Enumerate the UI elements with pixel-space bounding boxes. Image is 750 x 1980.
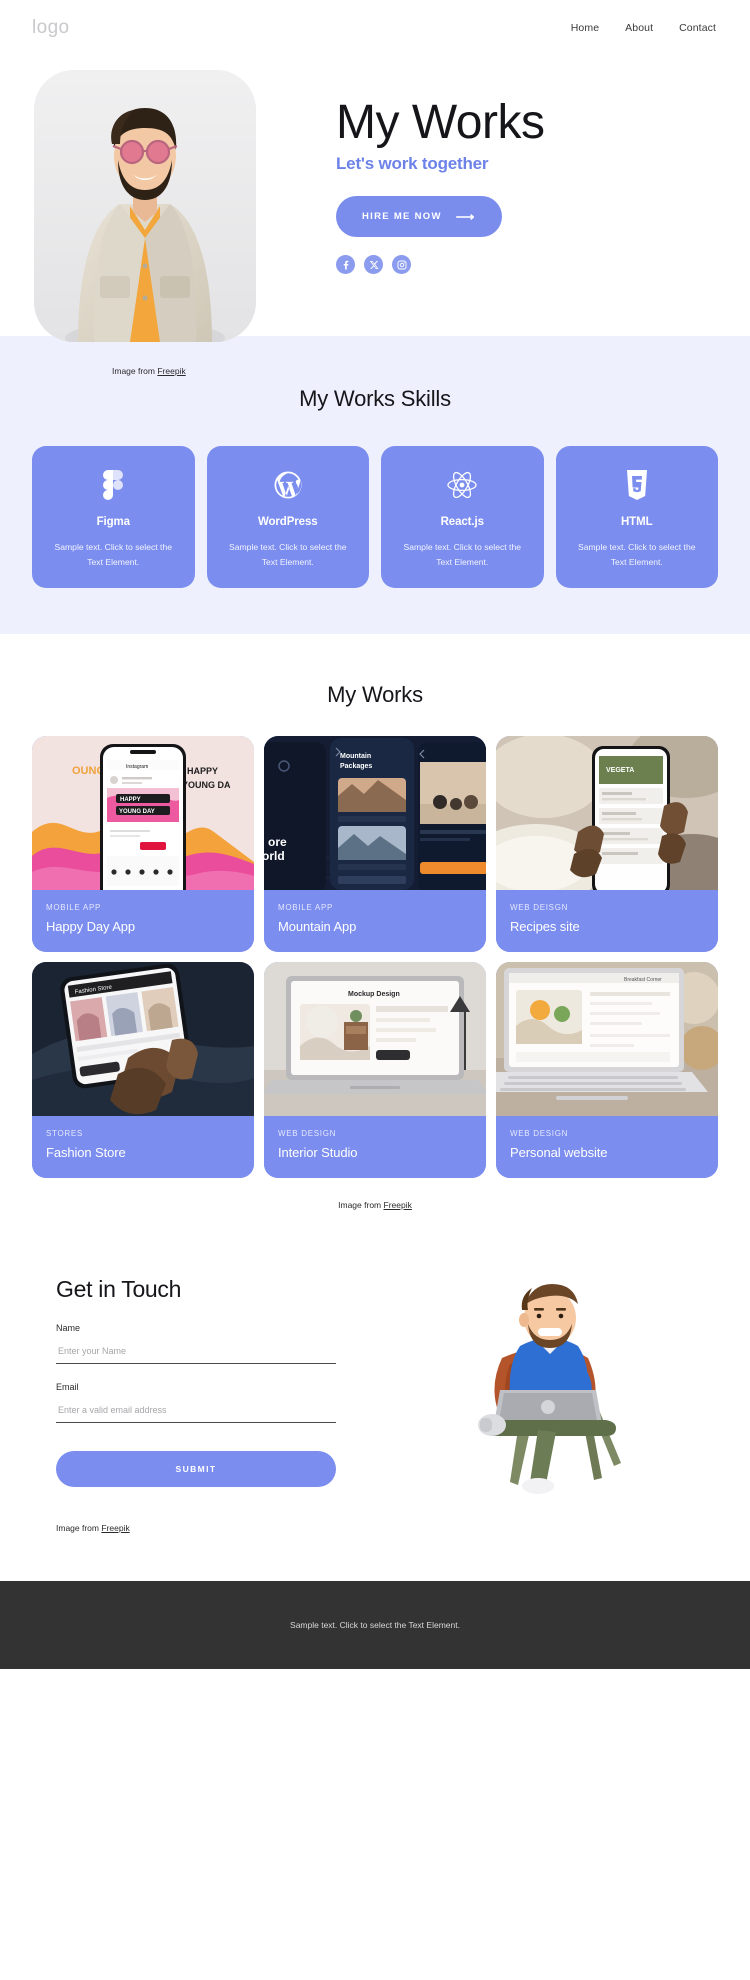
email-label: Email (56, 1382, 79, 1393)
skill-text: Sample text. Click to select the Text El… (403, 542, 522, 568)
skill-card-figma[interactable]: Figma Sample text. Click to select the T… (32, 446, 195, 589)
logo[interactable]: logo (32, 17, 70, 39)
arrow-right-icon: ⟶ (455, 209, 476, 225)
site-footer: Sample text. Click to select the Text El… (0, 1581, 750, 1670)
hero-credit-prefix: Image from (112, 366, 158, 376)
work-card[interactable]: Fashion Store STORES Fashion Store (32, 962, 254, 1179)
skill-text: Sample text. Click to select the Text El… (229, 542, 347, 568)
works-grid: OUNG DA HAPPY YOUNG DA Instagram HAPPY Y… (32, 736, 718, 1179)
name-field-group: Name (56, 1323, 336, 1365)
skill-name: WordPress (257, 516, 318, 528)
react-icon (395, 468, 530, 502)
work-thumbnail-interior-studio: Mockup Design (264, 962, 486, 1117)
works-credit-link[interactable]: Freepik (384, 1200, 412, 1210)
work-thumbnail-recipes-site: VEGETA (496, 736, 718, 891)
work-category: MOBILE APP (46, 903, 102, 913)
footer-text: Sample text. Click to select the Text El… (290, 1620, 460, 1631)
skill-text: Sample text. Click to select the Text El… (54, 542, 173, 568)
skill-card-reactjs[interactable]: React.js Sample text. Click to select th… (381, 446, 544, 589)
contact-illustration-column (356, 1276, 718, 1495)
work-thumbnail-mountain-app: ore orld Mountain Packages (264, 736, 486, 891)
svg-text:HAPPY: HAPPY (187, 766, 218, 776)
main-nav: Home About Contact (571, 22, 716, 34)
html5-icon (570, 468, 705, 502)
email-input[interactable] (56, 1401, 336, 1424)
svg-text:Breakfast Corner: Breakfast Corner (624, 977, 662, 983)
hero-credit-link[interactable]: Freepik (157, 366, 185, 376)
work-card[interactable]: VEGETA WEB DEISGN Recipes site (496, 736, 718, 953)
hero-subtitle: Let's work together (336, 154, 489, 174)
contact-section: Get in Touch Name Email SUBMIT Image fro… (0, 1210, 750, 1582)
skill-name: React.js (440, 516, 484, 528)
name-input[interactable] (56, 1342, 336, 1365)
works-title: My Works (327, 682, 423, 708)
x-twitter-icon[interactable] (364, 255, 383, 275)
work-card[interactable]: Breakfast Corner WEB DESIGN Personal web… (496, 962, 718, 1179)
wordpress-icon (221, 468, 356, 502)
nav-item-home[interactable]: Home (571, 22, 599, 34)
work-card[interactable]: OUNG DA HAPPY YOUNG DA Instagram HAPPY Y… (32, 736, 254, 953)
man-with-laptop-illustration (478, 1284, 621, 1495)
skills-section: My Works Skills Figma Sample text. Click… (0, 342, 750, 635)
name-label: Name (56, 1323, 81, 1334)
facebook-icon[interactable] (336, 255, 355, 275)
skill-card-wordpress[interactable]: WordPress Sample text. Click to select t… (206, 446, 369, 589)
instagram-icon[interactable] (392, 255, 411, 275)
work-name: Recipes site (510, 919, 580, 935)
work-thumbnail-fashion-store: Fashion Store (32, 962, 254, 1117)
work-name: Interior Studio (278, 1145, 358, 1161)
svg-text:ore: ore (268, 835, 287, 849)
contact-form-column: Get in Touch Name Email SUBMIT Image fro… (32, 1276, 336, 1533)
submit-button[interactable]: SUBMIT (56, 1451, 336, 1488)
site-header: logo Home About Contact (0, 0, 750, 56)
work-category: WEB DESIGN (510, 1129, 569, 1139)
figma-icon (46, 468, 181, 502)
page-title: My Works (336, 96, 545, 149)
works-image-credit: Image from Freepik (32, 1178, 718, 1210)
social-links (336, 255, 718, 275)
work-name: Fashion Store (46, 1145, 126, 1161)
work-category: STORES (46, 1129, 83, 1139)
svg-text:orld: orld (264, 849, 285, 863)
nav-item-about[interactable]: About (625, 22, 653, 34)
svg-text:HAPPY: HAPPY (120, 797, 141, 803)
work-category: WEB DEISGN (510, 903, 569, 913)
skill-name: HTML (620, 516, 653, 528)
svg-text:VEGETA: VEGETA (606, 767, 634, 774)
svg-text:Instagram: Instagram (126, 764, 148, 770)
works-credit-prefix: Image from (338, 1200, 384, 1211)
contact-credit-prefix: Image from (56, 1523, 102, 1534)
work-name: Happy Day App (46, 919, 136, 935)
hire-me-now-label: HIRE ME NOW (362, 211, 442, 223)
hero-portrait-photo (34, 70, 256, 342)
svg-text:Mockup Design: Mockup Design (348, 991, 400, 998)
contact-title: Get in Touch (56, 1276, 182, 1303)
svg-text:Mountain: Mountain (340, 753, 371, 760)
hero-image-credit: Image from Freepik (32, 342, 718, 376)
work-card[interactable]: Mockup Design WEB DESIGN Interior Studio (264, 962, 486, 1179)
skill-text: Sample text. Click to select the Text El… (578, 542, 696, 568)
work-name: Personal website (510, 1145, 608, 1161)
svg-text:YOUNG DA: YOUNG DA (182, 780, 231, 790)
email-field-group: Email (56, 1382, 336, 1424)
work-thumbnail-happy-day-app: OUNG DA HAPPY YOUNG DA Instagram HAPPY Y… (32, 736, 254, 891)
work-category: MOBILE APP (278, 903, 334, 913)
work-name: Mountain App (278, 919, 357, 935)
work-category: WEB DESIGN (278, 1129, 337, 1139)
nav-item-contact[interactable]: Contact (679, 22, 716, 34)
svg-text:YOUNG DAY: YOUNG DAY (119, 809, 155, 815)
contact-credit-link[interactable]: Freepik (101, 1523, 129, 1533)
hero-section: My Works Let's work together HIRE ME NOW… (0, 56, 750, 416)
work-thumbnail-personal-website: Breakfast Corner (496, 962, 718, 1117)
contact-image-credit: Image from Freepik (56, 1523, 336, 1533)
skill-name: Figma (96, 516, 130, 528)
skill-card-html[interactable]: HTML Sample text. Click to select the Te… (555, 446, 718, 589)
works-section: My Works OUNG DA HAPPY YOUNG DA Instagra… (0, 634, 750, 1211)
skills-grid: Figma Sample text. Click to select the T… (32, 446, 718, 589)
work-card[interactable]: ore orld Mountain Packages MOBILE APP Mo… (264, 736, 486, 953)
hire-me-now-button[interactable]: HIRE ME NOW ⟶ (336, 196, 502, 238)
svg-text:Packages: Packages (340, 763, 372, 770)
skills-title: My Works Skills (299, 386, 451, 411)
